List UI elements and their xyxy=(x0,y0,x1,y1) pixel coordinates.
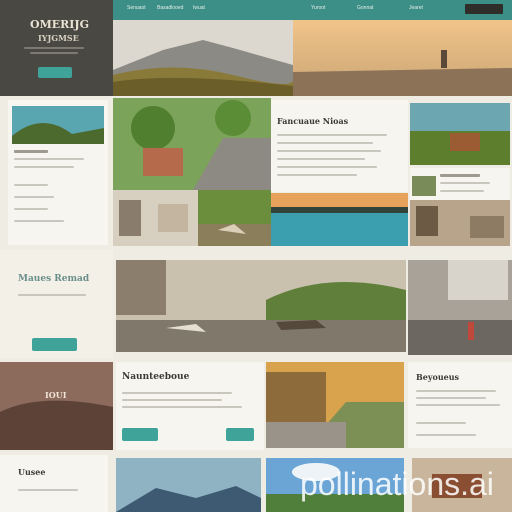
gallery-image-room xyxy=(113,190,198,246)
hero-panel: OMERIJG IYJGMSE xyxy=(0,0,113,96)
hero-cta-button[interactable] xyxy=(38,67,72,78)
nav-item-6[interactable]: Jearet xyxy=(409,5,423,11)
content-title: Naunteeboue xyxy=(122,372,190,382)
hero-image-mountain xyxy=(113,20,293,96)
content-cta-button[interactable] xyxy=(122,428,158,441)
promo-banner: IOUI xyxy=(0,362,113,450)
feature-image-terrace xyxy=(266,362,404,448)
feature-image-station xyxy=(408,260,512,355)
side-card-left xyxy=(8,100,108,245)
promo-badge: IOUI xyxy=(45,390,67,400)
section-mid: Maues Remad xyxy=(0,250,113,358)
featured-title: Fancuaue Nioas xyxy=(277,116,349,126)
featured-card: Fancuaue Nioas xyxy=(271,100,408,192)
card-right-title: Beyoueus xyxy=(416,372,460,382)
nav-logo[interactable] xyxy=(465,4,503,14)
hero-subtitle: IYJGMSE xyxy=(38,33,79,43)
watermark: pollinations.ai xyxy=(300,466,494,502)
card-small-right xyxy=(410,168,510,200)
content-secondary-button[interactable] xyxy=(226,428,254,441)
nav-item-3[interactable]: Iwuat xyxy=(193,5,205,11)
footer-card-left: Uusee xyxy=(0,455,108,512)
nav-item-2[interactable]: Basadlooed xyxy=(157,5,183,11)
nav-item-4[interactable]: Yuroot xyxy=(311,5,325,11)
footer-image-mountains xyxy=(116,458,261,512)
content-card-lower: Naunteeboue xyxy=(116,362,264,450)
card-cabin xyxy=(410,103,510,165)
gallery-image-lake xyxy=(271,193,408,246)
top-nav: Senuaot Basadlooed Iwuat Yuroot Gonnat J… xyxy=(113,0,512,20)
hero-image-sunset xyxy=(293,20,512,96)
feature-image-riverside xyxy=(116,260,406,352)
nav-item-5[interactable]: Gonnat xyxy=(357,5,373,11)
hero-title: OMERIJG xyxy=(30,18,90,31)
card-right-text: Beyoueus xyxy=(408,362,512,448)
side-card-image xyxy=(12,106,104,144)
footer-title: Uusee xyxy=(18,467,46,477)
nav-item-1[interactable]: Senuaot xyxy=(127,5,146,11)
section-mid-cta[interactable] xyxy=(32,338,77,351)
gallery-image-garden xyxy=(113,98,271,190)
hero-text-line xyxy=(30,52,78,54)
hero-text-line xyxy=(24,47,84,49)
section-mid-title: Maues Remad xyxy=(18,274,90,284)
gallery-image-boat xyxy=(198,190,271,246)
card-interior xyxy=(410,200,510,246)
